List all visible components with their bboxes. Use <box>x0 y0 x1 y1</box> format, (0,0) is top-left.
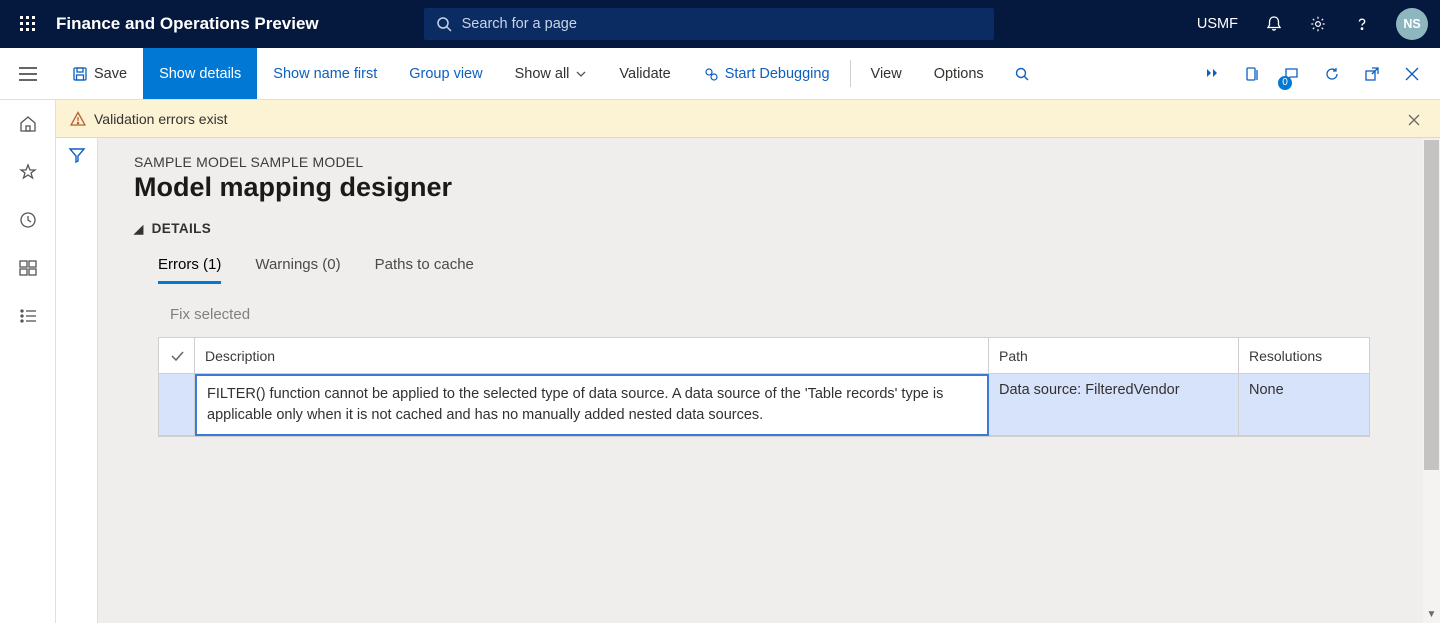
col-resolutions[interactable]: Resolutions <box>1239 338 1369 374</box>
notifications-icon[interactable] <box>1252 0 1296 48</box>
save-icon <box>72 66 88 82</box>
col-path[interactable]: Path <box>989 338 1239 374</box>
popout-icon[interactable] <box>1352 66 1392 82</box>
show-all-dropdown[interactable]: Show all <box>499 48 604 99</box>
save-button[interactable]: Save <box>56 48 143 99</box>
cell-resolutions: None <box>1239 374 1369 436</box>
rail-home-icon[interactable] <box>8 110 48 138</box>
scrollbar-thumb[interactable] <box>1424 140 1439 470</box>
action-bar: Save Show details Show name first Group … <box>0 48 1440 100</box>
search-icon <box>1014 66 1030 82</box>
start-debugging-button[interactable]: Start Debugging <box>687 48 846 99</box>
app-title: Finance and Operations Preview <box>56 14 349 34</box>
warning-icon <box>70 111 86 127</box>
rail-workspaces-icon[interactable] <box>8 254 48 282</box>
rail-recent-icon[interactable] <box>8 206 48 234</box>
left-rail <box>0 100 56 623</box>
errors-grid: Description Path Resolutions FILTER() fu… <box>158 337 1370 437</box>
cell-path: Data source: FilteredVendor <box>989 374 1239 436</box>
action-icon-1[interactable] <box>1192 66 1232 82</box>
show-name-first-button[interactable]: Show name first <box>257 48 393 99</box>
vertical-scrollbar[interactable]: ▼ <box>1423 139 1440 623</box>
view-button[interactable]: View <box>855 48 918 99</box>
avatar[interactable]: NS <box>1396 8 1428 40</box>
debug-icon <box>703 66 719 82</box>
table-row[interactable]: FILTER() function cannot be applied to t… <box>159 374 1369 436</box>
help-icon[interactable] <box>1340 0 1384 48</box>
options-button[interactable]: Options <box>918 48 1000 99</box>
validation-banner: Validation errors exist <box>56 100 1440 138</box>
company-label[interactable]: USMF <box>1183 16 1252 32</box>
separator <box>850 60 851 87</box>
filter-icon[interactable] <box>68 146 86 623</box>
collapse-icon: ◢ <box>134 222 144 236</box>
details-header[interactable]: ◢ DETAILS <box>134 221 1440 236</box>
top-bar: Finance and Operations Preview Search fo… <box>0 0 1440 48</box>
validate-button[interactable]: Validate <box>603 48 686 99</box>
app-launcher-icon[interactable] <box>0 0 56 48</box>
chevron-down-icon <box>575 68 587 80</box>
select-all-checkbox[interactable] <box>159 338 195 374</box>
tab-paths[interactable]: Paths to cache <box>375 256 474 284</box>
cell-description[interactable]: FILTER() function cannot be applied to t… <box>195 374 989 436</box>
fix-selected-button: Fix selected <box>170 306 1440 323</box>
messages-badge: 0 <box>1278 76 1292 90</box>
banner-text: Validation errors exist <box>94 111 228 127</box>
attachments-icon[interactable] <box>1232 66 1272 82</box>
group-view-button[interactable]: Group view <box>393 48 498 99</box>
rail-favorites-icon[interactable] <box>8 158 48 186</box>
nav-toggle-icon[interactable] <box>0 48 56 99</box>
page-title: Model mapping designer <box>134 172 1440 203</box>
refresh-icon[interactable] <box>1312 66 1352 82</box>
close-icon[interactable] <box>1392 67 1432 81</box>
banner-close-icon[interactable] <box>1406 108 1430 132</box>
row-checkbox[interactable] <box>159 374 195 436</box>
search-input[interactable]: Search for a page <box>424 8 994 40</box>
find-button[interactable] <box>1000 48 1044 99</box>
search-placeholder: Search for a page <box>462 16 577 32</box>
messages-icon[interactable]: 0 <box>1272 66 1312 82</box>
breadcrumb: SAMPLE MODEL SAMPLE MODEL <box>134 154 1440 170</box>
tab-errors[interactable]: Errors (1) <box>158 256 221 284</box>
tab-warnings[interactable]: Warnings (0) <box>255 256 340 284</box>
scroll-down-icon[interactable]: ▼ <box>1423 605 1440 623</box>
rail-modules-icon[interactable] <box>8 302 48 330</box>
show-details-button[interactable]: Show details <box>143 48 257 99</box>
col-description[interactable]: Description <box>195 338 989 374</box>
settings-icon[interactable] <box>1296 0 1340 48</box>
